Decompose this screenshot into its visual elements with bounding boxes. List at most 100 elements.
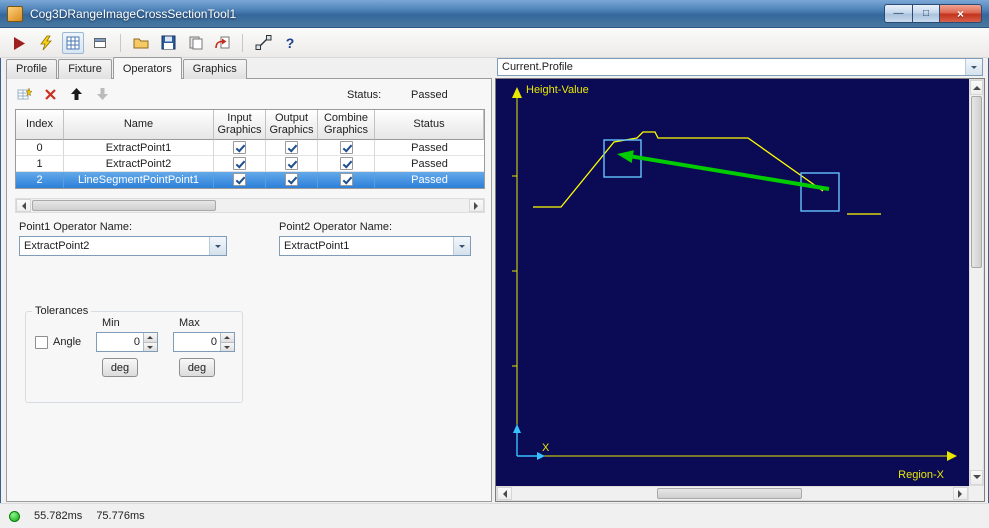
spinner-up-button[interactable]: [221, 333, 234, 343]
tab-strip: Profile Fixture Operators Graphics: [6, 57, 247, 79]
run-status-led-icon: [9, 510, 20, 522]
table-header-row: Index Name Input Graphics Output Graphic…: [16, 110, 484, 140]
tab-profile[interactable]: Profile: [6, 59, 58, 79]
tolerances-group: Tolerances Min Max Angle 0 0 deg deg: [25, 305, 243, 403]
toolbar-separator: [120, 33, 121, 52]
scrollbar-thumb[interactable]: [971, 96, 982, 268]
table-row[interactable]: 2 LineSegmentPointPoint1 Passed: [16, 172, 484, 188]
combine-graphics-checkbox[interactable]: [339, 141, 353, 154]
close-button[interactable]: ×: [940, 4, 982, 23]
profile-panel: Current.Profile Height-Value Region-X X: [495, 56, 985, 502]
scrollbar-thumb[interactable]: [657, 488, 802, 499]
spinner-value: 0: [133, 336, 140, 348]
min-unit-button[interactable]: deg: [102, 358, 138, 377]
scroll-left-button[interactable]: [16, 199, 31, 212]
chart-vertical-scrollbar[interactable]: [969, 79, 984, 486]
run-electric-button[interactable]: [35, 32, 57, 54]
total-time: 75.776ms: [96, 510, 145, 522]
move-down-button[interactable]: [93, 85, 111, 103]
minimize-button[interactable]: —: [884, 4, 913, 23]
table-row[interactable]: 1 ExtractPoint2 Passed: [16, 156, 484, 172]
max-unit-button[interactable]: deg: [179, 358, 215, 377]
chart-horizontal-scrollbar[interactable]: [496, 486, 969, 501]
maximize-button[interactable]: □: [913, 4, 940, 23]
point2-operator-label: Point2 Operator Name:: [279, 221, 393, 233]
scroll-down-button[interactable]: [970, 470, 983, 485]
status-label: Status:: [347, 89, 382, 101]
help-button[interactable]: ?: [279, 32, 301, 54]
run-button[interactable]: [8, 32, 30, 54]
operators-page: Status: Passed Index Name Input Graphics…: [6, 78, 492, 502]
save-file-button[interactable]: [157, 32, 179, 54]
title-bar: Cog3DRangeImageCrossSectionTool1 — □ ×: [0, 0, 989, 28]
show-image-button[interactable]: [89, 32, 111, 54]
spinner-value: 0: [210, 336, 217, 348]
table-horizontal-scrollbar[interactable]: [15, 198, 485, 213]
point2-operator-combobox[interactable]: ExtractPoint1: [279, 236, 471, 256]
cell-name: LineSegmentPointPoint1: [64, 172, 214, 188]
scroll-left-button[interactable]: [497, 487, 512, 500]
import-button[interactable]: [211, 32, 233, 54]
spinner-up-button[interactable]: [144, 333, 157, 343]
tab-operators[interactable]: Operators: [112, 57, 182, 79]
input-graphics-checkbox[interactable]: [233, 141, 246, 154]
scrollbar-corner: [969, 486, 984, 501]
combobox-value: Current.Profile: [502, 61, 573, 73]
col-header-status: Status: [375, 110, 484, 140]
add-operator-button[interactable]: [15, 85, 33, 103]
dropdown-arrow-icon: [965, 59, 982, 75]
toolbar-separator: [242, 33, 243, 52]
angle-max-spinner[interactable]: 0: [173, 332, 235, 352]
point1-operator-combobox[interactable]: ExtractPoint2: [19, 236, 227, 256]
point1-operator-label: Point1 Operator Name:: [19, 221, 133, 233]
combobox-value: ExtractPoint2: [24, 240, 90, 252]
scrollbar-thumb[interactable]: [32, 200, 216, 211]
tab-fixture[interactable]: Fixture: [58, 59, 112, 79]
y-axis-label: Height-Value: [526, 84, 589, 96]
operators-table: Index Name Input Graphics Output Graphic…: [15, 109, 485, 189]
paste-button[interactable]: [184, 32, 206, 54]
table-row[interactable]: 0 ExtractPoint1 Passed: [16, 140, 484, 156]
spinner-down-button[interactable]: [221, 342, 234, 351]
spinner-down-button[interactable]: [144, 342, 157, 351]
result-segment-arrowhead-icon: [617, 150, 634, 164]
input-graphics-checkbox[interactable]: [233, 173, 246, 186]
output-graphics-checkbox[interactable]: [285, 141, 298, 154]
max-label: Max: [179, 317, 200, 329]
angle-min-spinner[interactable]: 0: [96, 332, 158, 352]
col-header-index: Index: [16, 110, 64, 140]
chart-graphics: [533, 131, 881, 215]
profile-chart-area[interactable]: Height-Value Region-X X: [495, 78, 985, 502]
cell-index: 1: [16, 156, 64, 172]
main-toolbar: ?: [0, 28, 989, 58]
cell-name: ExtractPoint2: [64, 156, 214, 172]
app-icon: [7, 5, 23, 22]
profile-chart[interactable]: Height-Value Region-X X: [496, 79, 969, 486]
delete-operator-button[interactable]: [41, 85, 59, 103]
scroll-up-button[interactable]: [970, 80, 983, 95]
angle-checkbox[interactable]: [35, 336, 48, 349]
col-header-name: Name: [64, 110, 214, 140]
show-result-grid-button[interactable]: [62, 31, 84, 54]
col-header-output-graphics: Output Graphics: [266, 110, 318, 140]
measure-tool-button[interactable]: [252, 32, 274, 54]
output-graphics-checkbox[interactable]: [285, 173, 298, 186]
scroll-right-button[interactable]: [953, 487, 968, 500]
operators-toolbar: [15, 85, 111, 103]
profile-source-combobox[interactable]: Current.Profile: [497, 58, 983, 76]
status-bar: 55.782ms 75.776ms: [0, 503, 989, 528]
x-axis-label: Region-X: [898, 469, 945, 481]
tab-graphics[interactable]: Graphics: [182, 59, 247, 79]
scroll-right-button[interactable]: [469, 199, 484, 212]
input-graphics-checkbox[interactable]: [233, 157, 246, 170]
combine-graphics-checkbox[interactable]: [339, 157, 353, 170]
dropdown-arrow-icon: [453, 237, 470, 255]
open-file-button[interactable]: [130, 32, 152, 54]
combobox-value: ExtractPoint1: [284, 240, 350, 252]
combine-graphics-checkbox[interactable]: [339, 173, 353, 186]
output-graphics-checkbox[interactable]: [285, 157, 298, 170]
window: { "icons": { "close": "×", "minimize": "…: [0, 0, 989, 528]
move-up-button[interactable]: [67, 85, 85, 103]
cell-status: Passed: [375, 140, 484, 156]
execution-time: 55.782ms: [34, 510, 83, 522]
